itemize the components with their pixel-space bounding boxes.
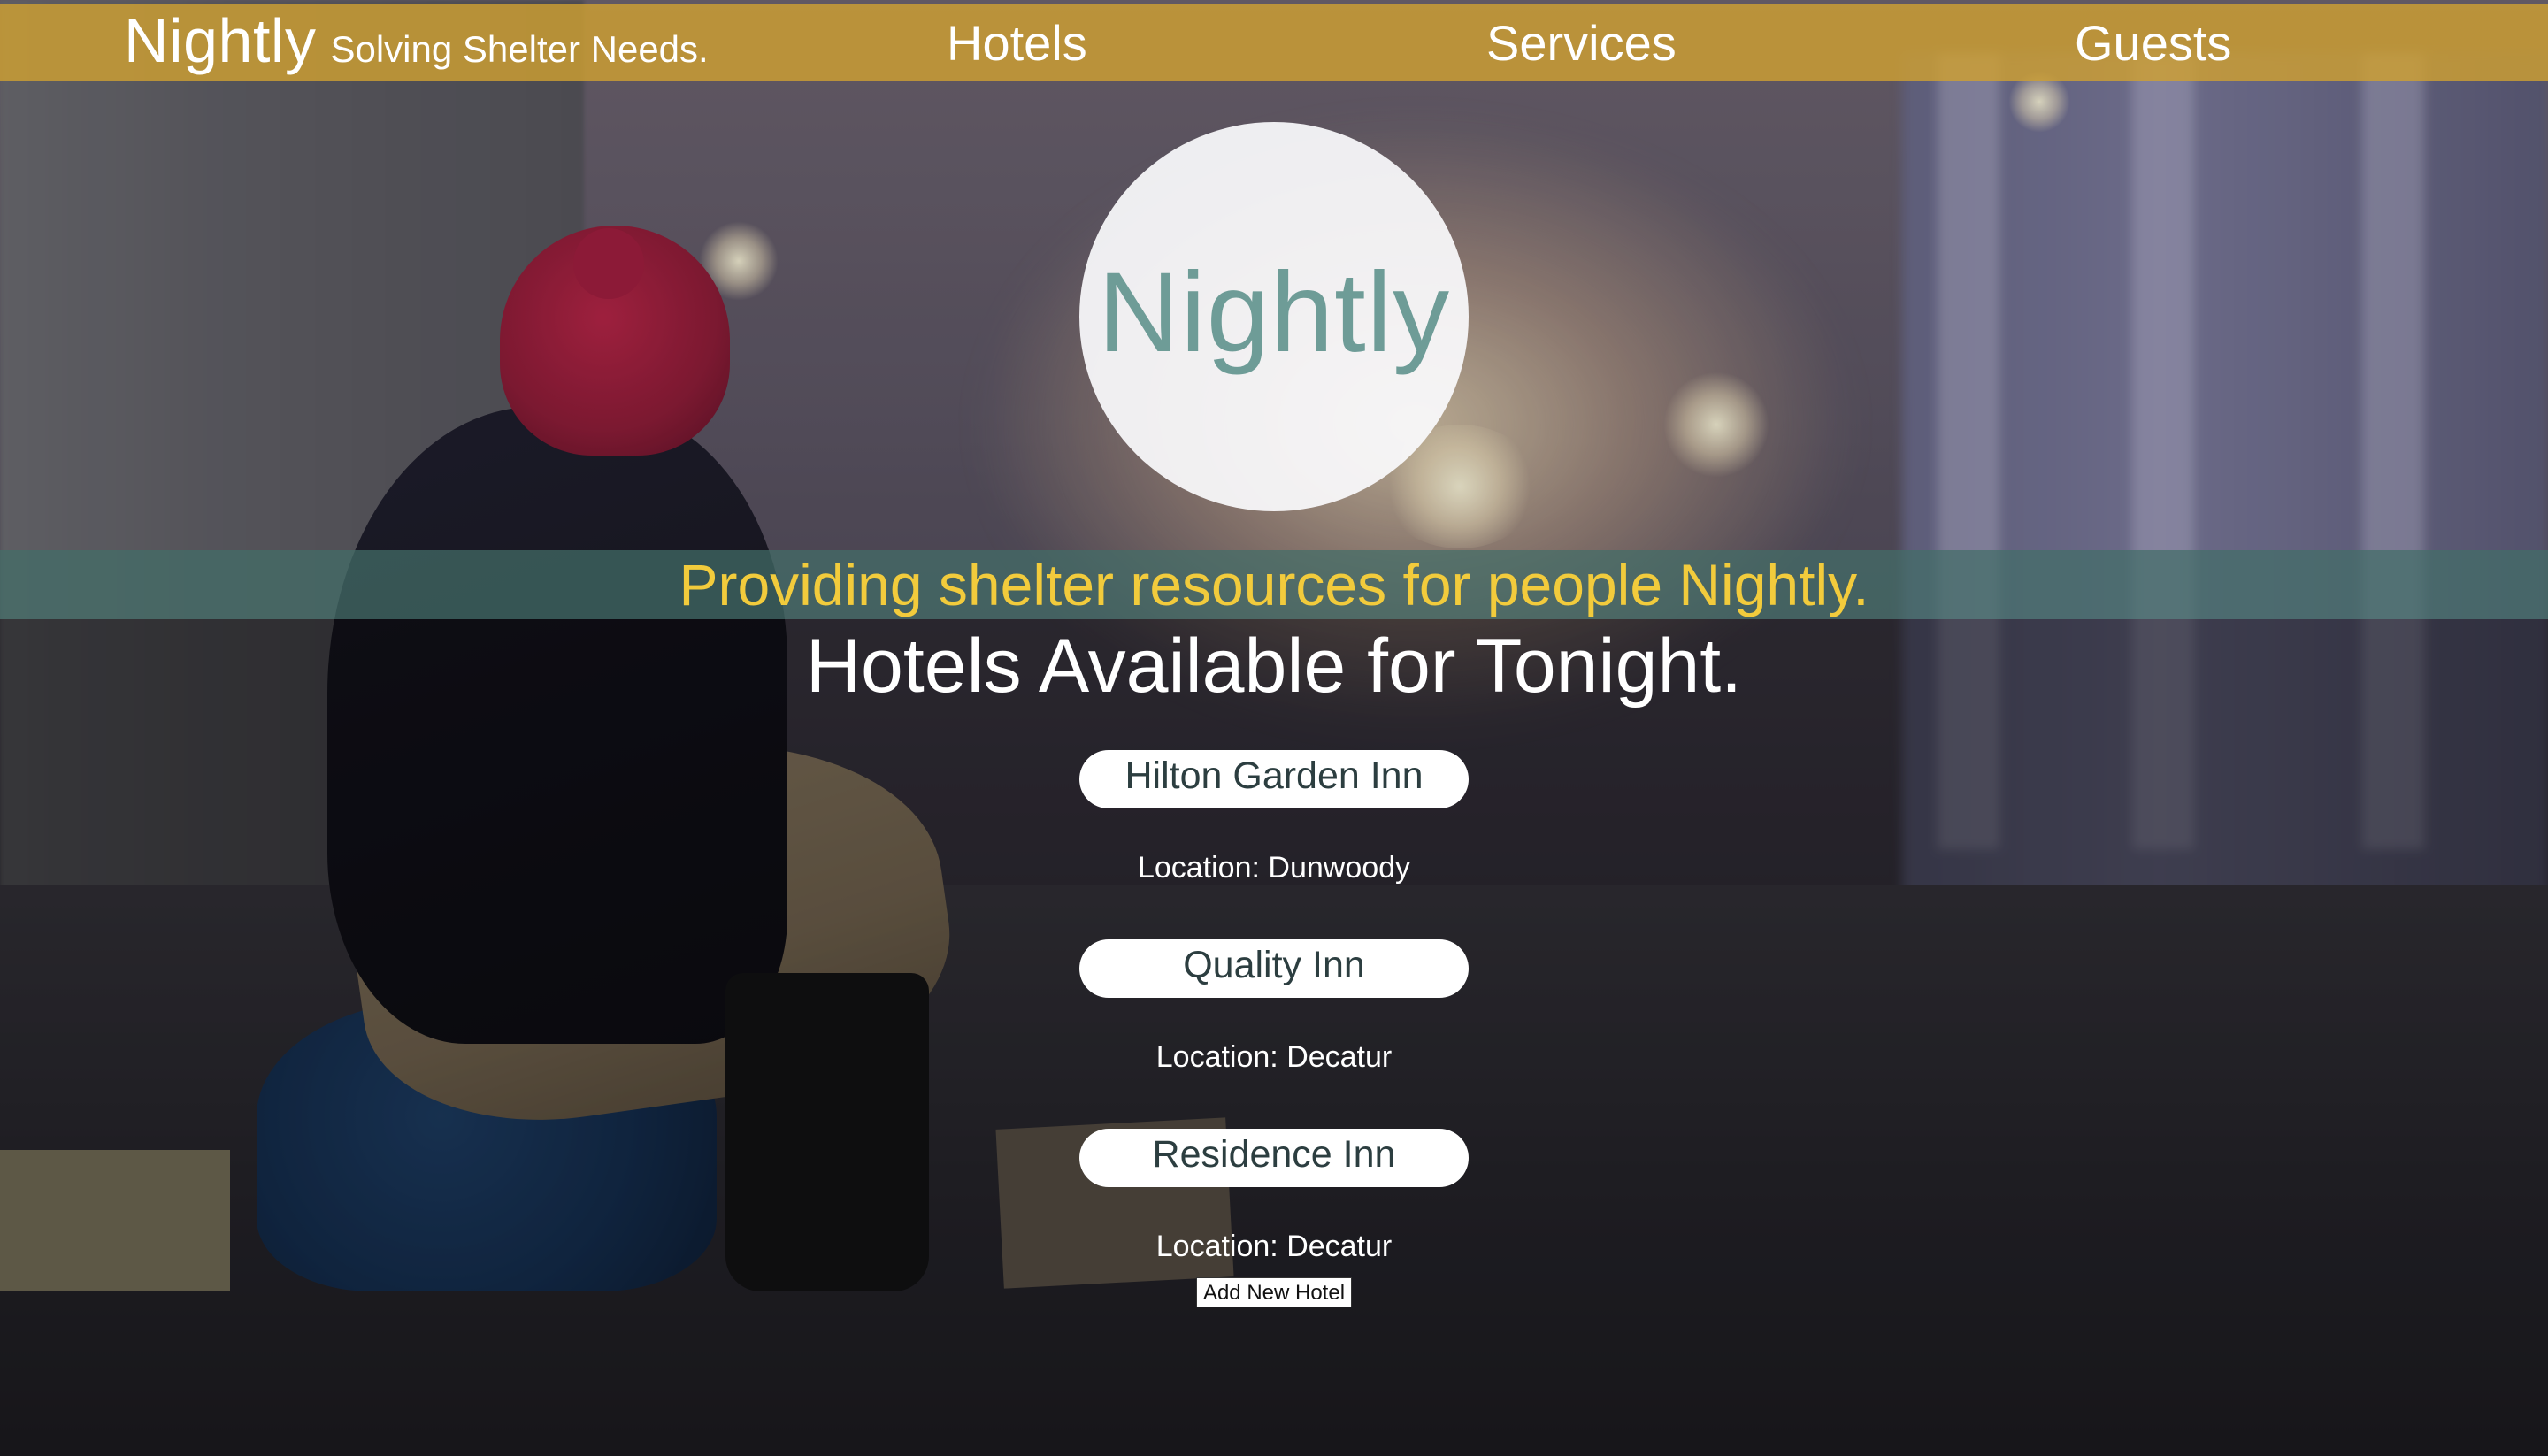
hotel-location: Location: Decatur: [1155, 1040, 1393, 1074]
hero-tagline: Providing shelter resources for people N…: [679, 552, 1869, 617]
hotel-location: Location: Dunwoody: [1137, 851, 1411, 885]
hotel-button-hilton-garden-inn[interactable]: Hilton Garden Inn: [1079, 750, 1469, 808]
nav-link-guests[interactable]: Guests: [2075, 14, 2231, 72]
hotel-button-residence-inn[interactable]: Residence Inn: [1079, 1129, 1469, 1187]
brand-name: Nightly: [124, 6, 317, 75]
logo-circle: Nightly: [1079, 122, 1469, 511]
nav-link-hotels[interactable]: Hotels: [947, 14, 1087, 72]
content-overlay: [0, 619, 2548, 1456]
top-nav-bar: Nightly Solving Shelter Needs. Hotels Ser…: [0, 4, 2548, 81]
hotel-location: Location: Decatur: [1155, 1230, 1393, 1263]
section-title: Hotels Available for Tonight.: [805, 624, 1743, 709]
add-new-hotel-button[interactable]: Add New Hotel: [1196, 1277, 1352, 1307]
logo-text: Nightly: [1097, 249, 1451, 376]
brand-tagline: Solving Shelter Needs.: [330, 28, 709, 70]
nav-link-services[interactable]: Services: [1486, 14, 1677, 72]
brand[interactable]: Nightly Solving Shelter Needs.: [124, 5, 709, 76]
hotel-button-quality-inn[interactable]: Quality Inn: [1079, 939, 1469, 998]
